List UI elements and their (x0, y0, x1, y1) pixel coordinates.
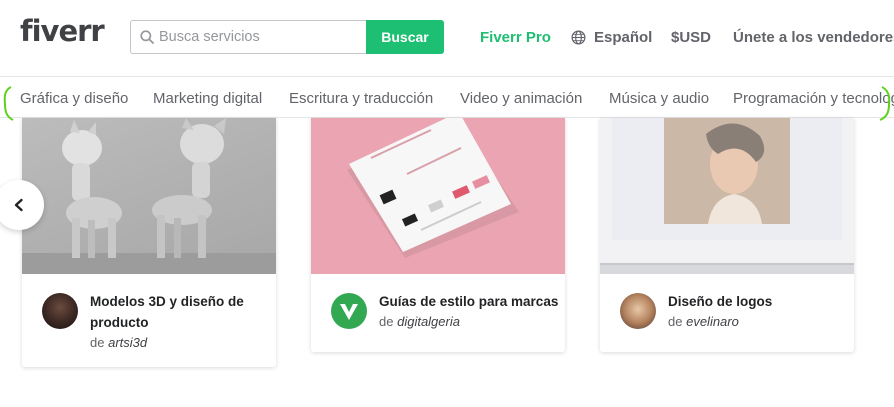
search-button[interactable]: Buscar (366, 20, 444, 54)
service-card[interactable]: Guías de estilo para marcas de digitalge… (311, 118, 565, 352)
category-programming-tech[interactable]: Programación y tecnología (733, 90, 894, 107)
category-video-animation[interactable]: Video y animación (460, 90, 582, 107)
globe-icon (571, 30, 586, 45)
seller-avatar[interactable] (42, 293, 78, 329)
fiverr-logo[interactable]: fiverr (20, 14, 105, 48)
seller-name[interactable]: evelinaro (686, 314, 739, 329)
highlight-bracket-left (3, 86, 14, 121)
card-illustration (600, 118, 854, 265)
seller-name[interactable]: digitalgeria (397, 314, 460, 329)
language-selector[interactable]: Español (571, 29, 652, 46)
card-image-style-guides[interactable] (311, 118, 565, 274)
category-digital-marketing[interactable]: Marketing digital (153, 90, 262, 107)
category-music-audio[interactable]: Música y audio (609, 90, 709, 107)
category-graphics-design[interactable]: Gráfica y diseño (20, 90, 128, 107)
card-seller: de evelinaro (668, 312, 854, 332)
fiverr-pro-link[interactable]: Fiverr Pro (480, 29, 551, 46)
by-prefix: de (90, 335, 105, 350)
seller-logo-icon (340, 304, 358, 320)
card-info: Guías de estilo para marcas de digitalge… (311, 274, 565, 352)
card-title[interactable]: Modelos 3D y diseño de producto (90, 291, 276, 333)
chevron-left-icon (14, 198, 23, 212)
service-card[interactable]: Diseño de logos de evelinaro (600, 118, 854, 352)
service-card[interactable]: Modelos 3D y diseño de producto de artsi… (22, 118, 276, 367)
card-image-3d-models[interactable] (22, 118, 276, 274)
language-label: Español (594, 29, 653, 46)
search-bar: Buscar (130, 20, 444, 54)
search-input[interactable] (159, 21, 359, 53)
category-menu: Gráfica y diseño Marketing digital Escri… (0, 76, 894, 118)
category-writing-translation[interactable]: Escritura y traducción (289, 90, 433, 107)
become-seller-link[interactable]: Únete a los vendedores (733, 29, 894, 46)
seller-name[interactable]: artsi3d (108, 335, 147, 350)
search-field[interactable] (130, 20, 366, 54)
card-title[interactable]: Guías de estilo para marcas (379, 291, 565, 312)
card-illustration (22, 118, 276, 274)
card-info: Diseño de logos de evelinaro (600, 274, 854, 352)
card-image-logo-design[interactable] (600, 118, 854, 274)
seller-avatar[interactable] (331, 293, 367, 329)
card-illustration (347, 118, 519, 258)
card-info: Modelos 3D y diseño de producto de artsi… (22, 274, 276, 367)
search-icon (140, 30, 154, 44)
by-prefix: de (379, 314, 394, 329)
by-prefix: de (668, 314, 683, 329)
header: fiverr Buscar Fiverr Pro Español $USD Ún… (0, 0, 894, 76)
card-seller: de digitalgeria (379, 312, 565, 332)
card-seller: de artsi3d (90, 333, 276, 353)
highlight-bracket-right (879, 86, 891, 121)
card-title[interactable]: Diseño de logos (668, 291, 854, 312)
seller-avatar[interactable] (620, 293, 656, 329)
currency-selector[interactable]: $USD (671, 29, 711, 46)
